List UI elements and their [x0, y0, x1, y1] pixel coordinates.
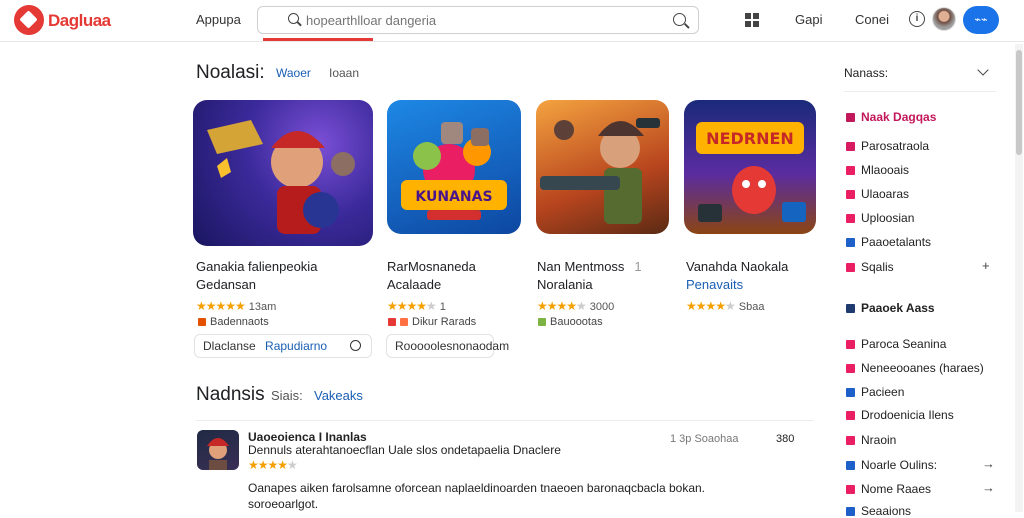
- top-bar: Dagluaa Appupa Gapi Conei i ⌁⌁: [0, 0, 1024, 42]
- badge-icon: [538, 318, 546, 327]
- app-card[interactable]: [536, 100, 669, 234]
- review-count: 380: [776, 433, 795, 445]
- sidebar-item[interactable]: Seaaions: [846, 504, 911, 518]
- sidebar-heading[interactable]: Nanass:: [844, 66, 888, 80]
- app-subtitle: Noralania: [537, 277, 593, 292]
- filter-pill[interactable]: Rooooolesnonaodam: [386, 334, 509, 358]
- badge-icon: [400, 318, 408, 327]
- sidebar-item[interactable]: Pacieen: [846, 385, 904, 399]
- app-card[interactable]: NEDRNEN: [684, 100, 816, 234]
- badge-row: Dikur Rarads: [388, 316, 476, 328]
- search-box[interactable]: [257, 6, 699, 34]
- app-card[interactable]: [193, 100, 373, 246]
- review-body: soroeoarlgot.: [248, 497, 319, 511]
- sidebar-item[interactable]: Noarle Oulins:: [846, 458, 937, 472]
- rating-stars: ★★★★★ 1: [387, 299, 446, 313]
- badge-label: Bauoootas: [550, 316, 603, 328]
- arrow-right-icon[interactable]: →: [982, 480, 995, 495]
- app-subtitle: Acalaade: [387, 277, 442, 292]
- badge-icon: [198, 318, 206, 327]
- rating-stars: ★★★★★ Sbaa: [686, 299, 765, 313]
- sidebar-item[interactable]: Mlaooais: [846, 163, 909, 177]
- user-avatar[interactable]: [932, 7, 956, 31]
- apps-grid-icon[interactable]: [745, 13, 759, 27]
- review-author: Uaoeoienca I Inanlas: [248, 430, 367, 444]
- account-button[interactable]: ⌁⌁: [963, 6, 999, 34]
- search-active-underline: [263, 38, 373, 41]
- svg-text:NEDRNEN: NEDRNEN: [706, 129, 794, 148]
- badge-label: Dikur Rarads: [412, 316, 477, 328]
- filter-pill[interactable]: Dlaclanse Rapudiarno: [194, 334, 372, 358]
- pill-link[interactable]: Rapudiarno: [265, 339, 327, 353]
- search-submit-icon[interactable]: [673, 13, 686, 26]
- rating-stars: ★★★★★ 3000: [537, 299, 615, 313]
- search-input[interactable]: [306, 10, 666, 30]
- sidebar-item[interactable]: Naak Dagqas: [846, 110, 936, 124]
- review-stars: ★★★★★: [248, 458, 298, 472]
- app-subtitle: Gedansan: [196, 277, 256, 292]
- sidebar-item[interactable]: Drodoenicia Ilens: [846, 408, 954, 422]
- app-title[interactable]: Vanahda Naokala: [686, 258, 788, 276]
- arrow-right-icon[interactable]: →: [982, 456, 995, 471]
- divider: [844, 91, 996, 92]
- review-line: Dennuls aterahtanoecflan Uale slos ondet…: [248, 443, 561, 457]
- info-icon[interactable]: i: [909, 11, 925, 27]
- nav-apps-link[interactable]: Appupa: [196, 12, 241, 27]
- section-title: Noalasi:: [196, 62, 265, 83]
- app-title[interactable]: Ganakia falienpeokia: [196, 258, 317, 276]
- sidebar-item[interactable]: Parosatraola: [846, 139, 929, 153]
- tab-secondary[interactable]: Ioaan: [329, 66, 359, 80]
- app-thumbnail[interactable]: NEDRNEN: [684, 100, 816, 234]
- badge-icon: [388, 318, 396, 327]
- brand-logo-icon[interactable]: [14, 5, 44, 35]
- sidebar-item[interactable]: Nraoin: [846, 433, 896, 447]
- top-link-gapi[interactable]: Gapi: [795, 12, 822, 27]
- sidebar-item[interactable]: Uploosian: [846, 211, 914, 225]
- sidebar-item[interactable]: Sqalis: [846, 260, 894, 274]
- chevron-down-icon[interactable]: [977, 64, 989, 76]
- app-thumbnail[interactable]: [193, 100, 373, 246]
- rating-value: 1: [439, 301, 446, 313]
- review-date: 1 3p Soaohaa: [670, 433, 739, 445]
- app-title[interactable]: RarMosnaneda: [387, 258, 476, 276]
- rating-stars: ★★★★★ 13am: [196, 299, 277, 313]
- tab-active[interactable]: Waoer: [276, 66, 311, 80]
- scrollbar-thumb[interactable]: [1016, 50, 1022, 155]
- sidebar-item[interactable]: Neneeooanes (haraes): [846, 361, 984, 375]
- rating-value: 13am: [248, 301, 277, 313]
- search-icon: [288, 13, 299, 24]
- badge-row: Badennaots: [198, 316, 269, 328]
- sidebar-item[interactable]: Ulaoaras: [846, 187, 909, 201]
- app-subtitle: Penavaits: [686, 277, 744, 292]
- tab-siais[interactable]: Siais:: [271, 388, 303, 403]
- rating-value: 3000: [589, 301, 615, 313]
- badge-row: Bauoootas: [538, 316, 603, 328]
- top-link-conei[interactable]: Conei: [855, 12, 889, 27]
- rating-value: Sbaa: [738, 301, 765, 313]
- app-title[interactable]: Nan Mentmoss 1: [537, 258, 642, 276]
- sidebar-heading-2: Paaoek Aass: [846, 301, 935, 315]
- review-body: Oanapes aiken farolsamne oforcean naplae…: [248, 481, 706, 495]
- reviewer-avatar: [197, 430, 239, 470]
- sidebar-item[interactable]: Paroca Seanina: [846, 337, 946, 351]
- app-card[interactable]: KUNANAS: [387, 100, 521, 234]
- app-thumbnail[interactable]: [536, 100, 669, 234]
- tab-vakeaks[interactable]: Vakeaks: [314, 388, 363, 403]
- brand-name[interactable]: Dagluaa: [48, 11, 111, 31]
- search-icon[interactable]: [350, 340, 361, 351]
- svg-text:KUNANAS: KUNANAS: [415, 189, 492, 205]
- sidebar-item[interactable]: Nome Raaes: [846, 482, 931, 496]
- expand-plus-icon[interactable]: +: [982, 258, 990, 273]
- badge-label: Badennaots: [210, 316, 269, 328]
- divider: [196, 420, 814, 421]
- app-thumbnail[interactable]: KUNANAS: [387, 100, 521, 234]
- section-title: Nadnsis: [196, 384, 265, 405]
- sidebar-item[interactable]: Paaoetalants: [846, 235, 931, 249]
- pill-label: Dlaclanse: [203, 339, 256, 353]
